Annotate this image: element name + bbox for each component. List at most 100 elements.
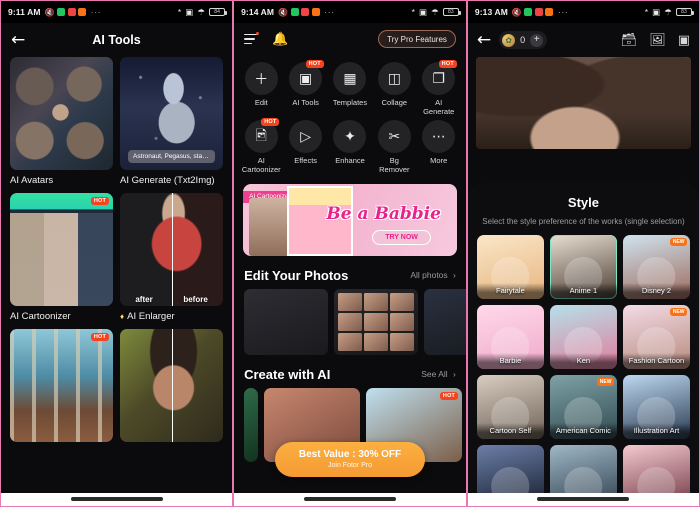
editor-nav-actions: 🗃 🖼 ▣ xyxy=(621,34,690,47)
app-chip-red-icon xyxy=(534,8,543,16)
style-option-cartoon-self[interactable]: Cartoon Self xyxy=(476,375,544,439)
style-thumb xyxy=(491,466,530,493)
add-credits-button[interactable]: + xyxy=(530,33,544,47)
cartoonizer-image xyxy=(10,193,114,306)
before-after-divider xyxy=(171,193,174,306)
quick-tool-edit[interactable]: ＋ Edit xyxy=(241,62,281,116)
style-thumb xyxy=(564,466,603,493)
home-indicator-area xyxy=(1,493,233,506)
sheet-subtitle: Select the style preference of the works… xyxy=(482,217,685,226)
tool-label-text: AI Generate (Txt2Img) xyxy=(120,175,215,186)
home-nav-bar: 🔔 Try Pro Features xyxy=(234,23,466,55)
prompt-chip: Astronaut, Pegasus, starry … xyxy=(128,150,216,163)
style-option-ken[interactable]: Ken xyxy=(549,305,617,369)
try-pro-features-button[interactable]: Try Pro Features xyxy=(378,30,456,48)
before-label: before xyxy=(183,295,208,304)
quick-tool-enhance[interactable]: ✦ Enhance xyxy=(330,120,370,174)
see-all-link[interactable]: See All › xyxy=(421,369,456,379)
quick-tool-more[interactable]: ⋯ More xyxy=(419,120,459,174)
ai-tools-scroll-area[interactable]: AI Avatars Astronaut, Pegasus, starry … … xyxy=(1,57,232,493)
premium-diamond-icon: ♦ xyxy=(120,312,125,321)
style-option-disney-2[interactable]: NEW Disney 2 xyxy=(622,235,690,299)
crop-icon[interactable]: ▣ xyxy=(678,34,690,47)
style-option-disney-1[interactable]: Disney 1 xyxy=(622,445,690,493)
hot-badge: HOT xyxy=(305,60,324,68)
new-badge: NEW xyxy=(670,308,687,316)
hamburger-menu-icon[interactable] xyxy=(244,31,260,45)
back-button[interactable]: ← xyxy=(477,31,491,49)
style-option-fashion-cartoon[interactable]: NEW Fashion Cartoon xyxy=(622,305,690,369)
tool-card-palm[interactable]: HOT xyxy=(10,329,114,442)
quick-tool-ai-generate[interactable]: HOT ❐ AI Generate xyxy=(419,60,459,116)
edit-your-photos-strip[interactable] xyxy=(234,288,466,355)
section-header-create-with-ai: Create with AI See All › xyxy=(234,355,466,388)
leaf-coin-icon: ✿ xyxy=(502,33,516,47)
promo-banner-be-a-babbie[interactable]: AI Cartoonizer Be a Babbie TRY NOW xyxy=(243,183,457,256)
tool-label-text: AI Enlarger xyxy=(127,311,175,322)
style-label: Illustration Art xyxy=(622,423,690,439)
quick-tool-collage[interactable]: ◫ Collage xyxy=(374,62,414,116)
best-value-banner[interactable]: Best Value : 30% OFF Join Fotor Pro xyxy=(275,442,425,477)
vibrate-icon: ▣ xyxy=(419,6,428,17)
tool-card-ai-avatars[interactable]: AI Avatars xyxy=(10,57,114,186)
app-chip-orange-icon xyxy=(78,8,87,16)
tool-card-ai-cartoonizer[interactable]: HOT AI Cartoonizer xyxy=(10,193,114,322)
credits-pill[interactable]: ✿ 0 + xyxy=(499,31,548,49)
quick-tool-label: Templates xyxy=(332,98,368,107)
style-option-illustration-art[interactable]: Illustration Art xyxy=(622,375,690,439)
best-value-subtitle: Join Fotor Pro xyxy=(328,462,372,469)
quick-tool-effects[interactable]: ▷ Effects xyxy=(285,120,325,174)
create-card-edge[interactable] xyxy=(244,387,259,462)
app-chip-red-icon xyxy=(301,8,310,16)
status-more-dots: ··· xyxy=(557,7,569,17)
promo-try-now-button[interactable]: TRY NOW xyxy=(372,229,431,245)
editor-nav-bar: ← ✿ 0 + 🗃 🖼 ▣ xyxy=(468,23,699,57)
home-indicator-area xyxy=(234,493,466,506)
style-option-game-art-style[interactable]: Game Art Style xyxy=(549,445,617,493)
style-option-fairytale[interactable]: Fairytale xyxy=(476,235,544,299)
style-option-anime-1[interactable]: Anime 1 xyxy=(549,235,617,299)
style-option-american-comic[interactable]: NEW American Comic xyxy=(549,375,617,439)
status-left-icons: 🔇 ··· xyxy=(278,7,335,17)
style-label: Barbie xyxy=(476,353,544,369)
new-badge: NEW xyxy=(670,238,687,246)
home-scroll-area[interactable]: ＋ Edit HOT ▣ AI Tools ▦ Templates ◫ Coll… xyxy=(234,55,466,493)
style-option-barbie[interactable]: Barbie xyxy=(476,305,544,369)
mute-icon: 🔇 xyxy=(44,7,55,17)
vibrate-icon: ▣ xyxy=(185,6,194,17)
notification-bell-icon[interactable]: 🔔 xyxy=(272,33,288,46)
quick-tool-bg-remover[interactable]: ✂ Bg Remover xyxy=(374,120,414,174)
status-right-icons: * ▣ ☂ 84 xyxy=(178,6,228,17)
photo-card[interactable] xyxy=(424,288,466,355)
preview-image xyxy=(475,57,691,149)
status-left-icons: 🔇 ··· xyxy=(45,7,102,17)
scissors-icon: ✂ xyxy=(377,120,411,154)
quick-tool-ai-tools[interactable]: HOT ▣ AI Tools xyxy=(285,60,325,116)
tool-card-ai-enlarger[interactable]: after before ♦ AI Enlarger xyxy=(120,193,224,322)
style-grid: Fairytale Anime 1 NEW Disney 2 Barbie Ke… xyxy=(476,235,690,493)
status-more-dots: ··· xyxy=(324,7,335,17)
tool-card-ai-generate[interactable]: Astronaut, Pegasus, starry … AI Generate… xyxy=(120,57,224,186)
hot-badge: HOT xyxy=(439,391,459,400)
quick-tool-templates[interactable]: ▦ Templates xyxy=(330,62,370,116)
photo-card[interactable] xyxy=(334,288,419,355)
app-chip-orange-icon xyxy=(545,8,554,16)
all-photos-label: All photos xyxy=(410,270,448,280)
before-after-divider xyxy=(171,329,174,442)
plus-icon: ＋ xyxy=(244,62,278,95)
battery-icon: 83 xyxy=(442,8,461,16)
back-button[interactable]: ← xyxy=(11,31,25,49)
tool-card-portrait[interactable] xyxy=(120,329,224,442)
style-label: Fairytale xyxy=(476,283,544,299)
photo-card[interactable] xyxy=(244,288,329,355)
style-label: Disney 2 xyxy=(622,283,690,299)
status-time: 9:13 AM xyxy=(474,7,508,17)
wifi-icon: ☂ xyxy=(664,6,672,17)
style-option-anime-2[interactable]: Anime 2 xyxy=(476,445,544,493)
image-search-icon[interactable]: 🖼 xyxy=(649,34,666,47)
tool-thumbnail: HOT xyxy=(10,193,114,306)
phone-screen-style-picker: 9:13 AM 🔇 ··· * ▣ ☂ 83 ← ✿ 0 + 🗃 🖼 ▣ Sty… xyxy=(466,0,700,507)
layers-icon[interactable]: 🗃 xyxy=(621,34,638,47)
quick-tool-ai-cartoonizer[interactable]: HOT 🖻 AI Cartoonizer xyxy=(241,118,281,174)
all-photos-link[interactable]: All photos › xyxy=(410,270,456,280)
